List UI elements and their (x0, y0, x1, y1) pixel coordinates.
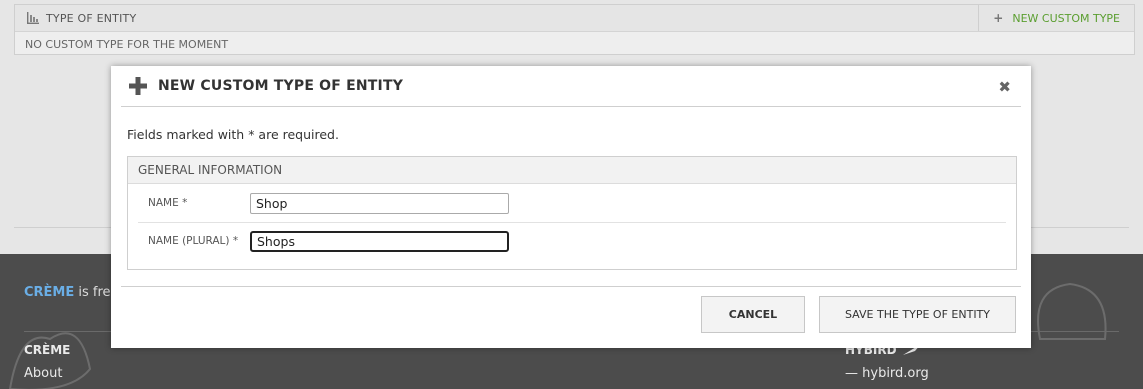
dialog-header: NEW CUSTOM TYPE OF ENTITY ✖ (121, 66, 1021, 107)
fieldset-legend: GENERAL INFORMATION (128, 157, 1016, 184)
cancel-button[interactable]: CANCEL (701, 296, 805, 333)
footer-about-link[interactable]: About (24, 366, 62, 381)
licence-text: CRÈME is free/ (24, 285, 123, 300)
name-plural-row: NAME (PLURAL) * (138, 222, 1006, 260)
save-type-of-entity-button[interactable]: SAVE THE TYPE OF ENTITY (819, 296, 1016, 333)
new-custom-type-label: NEW CUSTOM TYPE (1012, 11, 1120, 25)
entity-block-title: TYPE OF ENTITY (46, 11, 137, 25)
name-plural-input[interactable] (250, 230, 509, 252)
footer-hybird-link[interactable]: — hybird.org (845, 366, 929, 381)
footer-brand-link[interactable]: CRÈME (24, 285, 74, 300)
plus-icon: + (993, 11, 1004, 25)
name-row: NAME * (138, 184, 1006, 223)
required-fields-note: Fields marked with * are required. (127, 127, 339, 142)
new-custom-type-button[interactable]: + NEW CUSTOM TYPE (978, 5, 1120, 31)
empty-message: NO CUSTOM TYPE FOR THE MOMENT (25, 38, 229, 51)
close-icon[interactable]: ✖ (998, 78, 1011, 96)
entity-block-header: TYPE OF ENTITY + NEW CUSTOM TYPE (15, 5, 1134, 32)
name-plural-label: NAME (PLURAL) * (148, 235, 239, 247)
dialog-title: NEW CUSTOM TYPE OF ENTITY (158, 78, 404, 94)
footer-creme-title: CRÈME (24, 343, 71, 357)
plus-icon (129, 77, 147, 95)
general-information-fieldset: GENERAL INFORMATION NAME * NAME (PLURAL)… (127, 156, 1017, 270)
new-custom-type-dialog: NEW CUSTOM TYPE OF ENTITY ✖ Fields marke… (111, 66, 1031, 348)
custom-entity-block: TYPE OF ENTITY + NEW CUSTOM TYPE NO CUST… (14, 4, 1135, 55)
name-label: NAME * (148, 197, 188, 209)
dialog-footer-divider (121, 286, 1021, 287)
bar-chart-icon (27, 12, 39, 24)
name-input[interactable] (250, 192, 509, 214)
